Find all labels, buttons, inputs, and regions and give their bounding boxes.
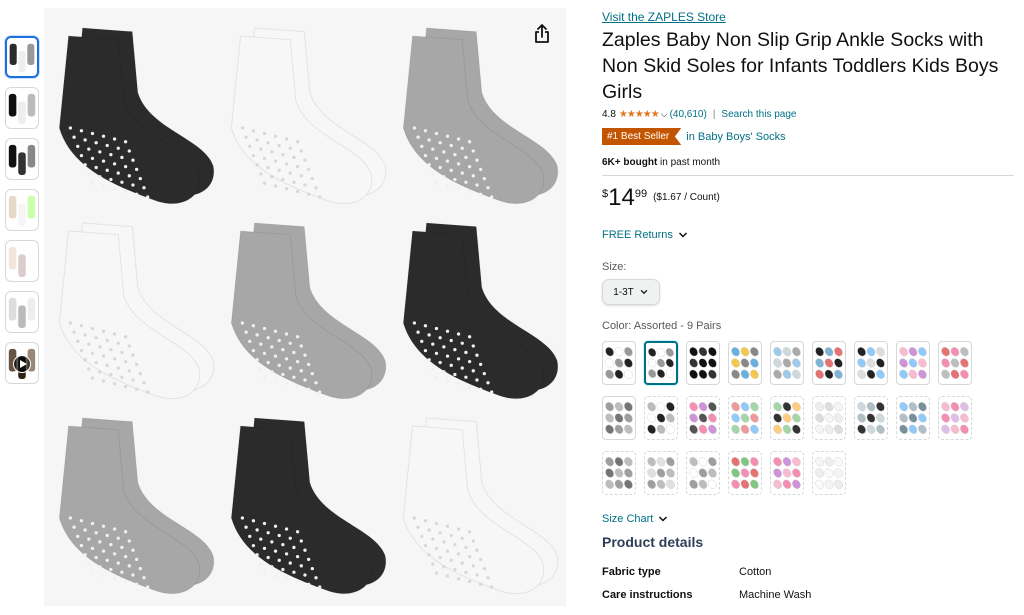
color-swatch[interactable] bbox=[602, 341, 636, 385]
sock-pair bbox=[402, 222, 559, 400]
free-returns-link[interactable]: FREE Returns bbox=[602, 229, 1014, 241]
sock-pair bbox=[58, 417, 215, 595]
color-swatch[interactable] bbox=[812, 341, 846, 385]
star-rating-icon[interactable]: ★★★★★ bbox=[619, 109, 660, 120]
main-product-image[interactable] bbox=[44, 8, 566, 606]
sock-pair bbox=[402, 417, 559, 595]
color-swatch[interactable] bbox=[938, 341, 972, 385]
price: $ 14 99 ($1.67 / Count) bbox=[602, 185, 1014, 211]
detail-key: Care instructions bbox=[602, 589, 693, 601]
socks-grid-image bbox=[58, 27, 559, 595]
chevron-down-icon bbox=[659, 516, 668, 522]
product-details-table: Fabric type Cotton Care instructions Mac… bbox=[602, 566, 1014, 612]
detail-value: Cotton bbox=[739, 566, 772, 578]
color-swatch[interactable] bbox=[686, 341, 720, 385]
thumbnail-strip bbox=[5, 36, 41, 393]
sock-pair bbox=[58, 27, 215, 205]
bought-count-rest: in past month bbox=[657, 157, 721, 168]
chevron-down-icon[interactable]: ⌵ bbox=[661, 109, 668, 120]
product-info: Visit the ZAPLES Store Zaples Baby Non S… bbox=[602, 10, 1014, 612]
product-details-heading: Product details bbox=[602, 534, 704, 550]
color-swatch[interactable] bbox=[854, 341, 888, 385]
rating-value: 4.8 bbox=[602, 109, 616, 120]
separator: | bbox=[712, 109, 716, 120]
color-swatch[interactable] bbox=[770, 451, 804, 495]
search-page-link[interactable]: Search this page bbox=[721, 109, 796, 120]
color-swatch[interactable] bbox=[644, 451, 678, 495]
color-swatch[interactable] bbox=[812, 451, 846, 495]
size-value: 1-3T bbox=[613, 286, 634, 298]
color-swatch[interactable] bbox=[728, 396, 762, 440]
detail-row: Fabric type Cotton bbox=[602, 566, 1014, 589]
share-icon[interactable] bbox=[530, 22, 554, 46]
best-seller-row: #1 Best Seller in Baby Boys' Socks bbox=[602, 128, 1014, 145]
bought-count-bold: 6K+ bought bbox=[602, 157, 658, 168]
price-fraction: 99 bbox=[634, 188, 648, 200]
price-whole: 14 bbox=[608, 184, 635, 211]
chevron-down-icon bbox=[678, 232, 687, 238]
thumb-baby-lifestyle-2[interactable] bbox=[5, 240, 39, 282]
detail-row: Care instructions Machine Wash bbox=[602, 589, 1014, 612]
color-swatch[interactable] bbox=[602, 451, 636, 495]
chevron-down-icon bbox=[640, 289, 648, 295]
thumb-video[interactable] bbox=[5, 342, 39, 384]
store-link[interactable]: Visit the ZAPLES Store bbox=[602, 10, 1014, 24]
color-swatch[interactable] bbox=[812, 396, 846, 440]
detail-value: Machine Wash bbox=[739, 589, 812, 601]
color-label: Color: Assorted - 9 Pairs bbox=[602, 320, 722, 332]
size-chart-link[interactable]: Size Chart bbox=[602, 513, 1014, 525]
size-chart-label: Size Chart bbox=[602, 513, 654, 525]
thumb-baby-lifestyle-1[interactable] bbox=[5, 189, 39, 231]
size-label: Size: bbox=[602, 261, 627, 273]
color-swatch[interactable] bbox=[896, 396, 930, 440]
color-swatch[interactable] bbox=[644, 396, 678, 440]
best-seller-category-link[interactable]: in Baby Boys' Socks bbox=[686, 131, 785, 143]
color-swatch[interactable] bbox=[770, 341, 804, 385]
color-swatch-grid bbox=[602, 341, 1014, 495]
review-count-link[interactable]: (40,610) bbox=[670, 109, 707, 120]
sock-pair bbox=[230, 417, 387, 595]
color-swatch[interactable] bbox=[644, 341, 678, 385]
color-swatch[interactable] bbox=[728, 451, 762, 495]
color-swatch[interactable] bbox=[938, 396, 972, 440]
play-icon bbox=[13, 355, 31, 373]
product-title: Zaples Baby Non Slip Grip Ankle Socks wi… bbox=[602, 29, 999, 103]
sock-pair bbox=[230, 222, 387, 400]
color-swatch[interactable] bbox=[686, 451, 720, 495]
color-swatch[interactable] bbox=[686, 396, 720, 440]
size-dropdown[interactable]: 1-3T bbox=[602, 279, 660, 305]
free-returns-label: FREE Returns bbox=[602, 229, 673, 241]
sock-pair bbox=[402, 27, 559, 205]
color-swatch[interactable] bbox=[728, 341, 762, 385]
color-swatch[interactable] bbox=[896, 341, 930, 385]
sock-pair bbox=[58, 222, 215, 400]
price-per-unit: ($1.67 / Count) bbox=[653, 192, 720, 203]
best-seller-badge[interactable]: #1 Best Seller bbox=[602, 128, 682, 145]
divider bbox=[602, 175, 1014, 176]
thumb-feet-closeup[interactable] bbox=[5, 291, 39, 333]
sock-pair bbox=[230, 27, 387, 205]
color-swatch[interactable] bbox=[770, 396, 804, 440]
color-swatch[interactable] bbox=[602, 396, 636, 440]
thumb-socks-grid[interactable] bbox=[5, 36, 39, 78]
thumb-sock-package[interactable] bbox=[5, 138, 39, 180]
color-swatch[interactable] bbox=[854, 396, 888, 440]
detail-key: Fabric type bbox=[602, 566, 661, 578]
thumb-sock-sole[interactable] bbox=[5, 87, 39, 129]
bought-count: 6K+ bought in past month bbox=[602, 157, 1014, 168]
rating-row: 4.8 ★★★★★ ⌵ (40,610) | Search this page bbox=[602, 109, 1014, 120]
